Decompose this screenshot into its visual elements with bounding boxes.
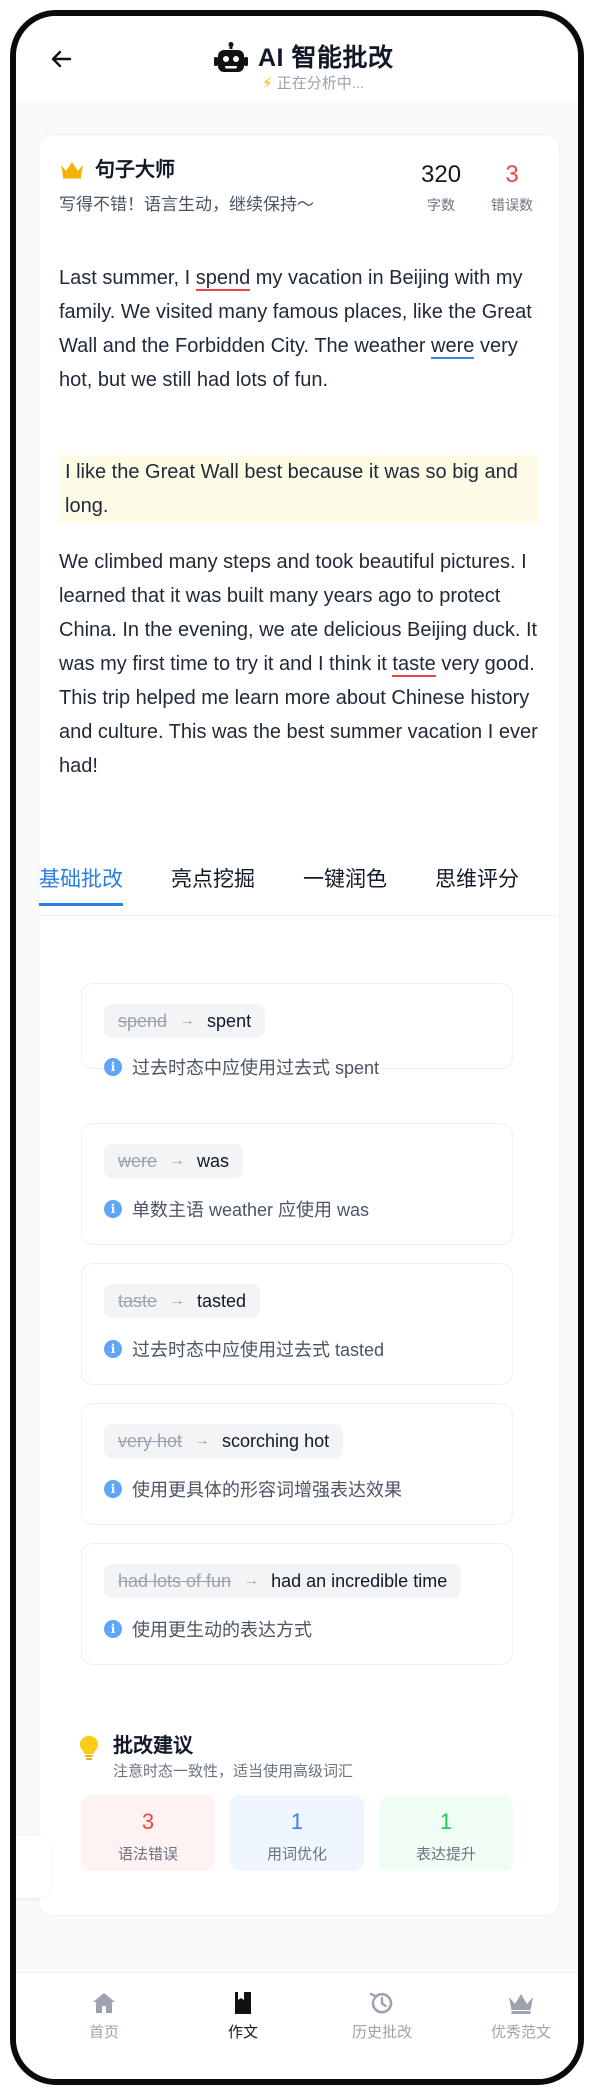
correction-pill: had lots of fun → had an incredible time	[104, 1564, 462, 1598]
phone-frame: AI 智能批改 ⚡ 正在分析中... 句子大师 写得不错！语言生动，继续保持～ …	[10, 10, 584, 2085]
word-optimization-box: 1 用词优化	[230, 1795, 364, 1871]
tab-highlights[interactable]: 亮点挖掘	[171, 863, 255, 903]
tab-thinking-score[interactable]: 思维评分	[435, 863, 519, 903]
error-highlight[interactable]: taste	[392, 653, 436, 677]
level-badge: 句子大师	[95, 159, 175, 181]
home-icon	[93, 1993, 115, 2013]
expression-boost-box: 1 表达提升	[379, 1795, 513, 1871]
back-arrow-icon[interactable]	[46, 44, 76, 74]
document-icon	[235, 1992, 251, 2014]
correction-item[interactable]: very hot → scorching hot i 使用更具体的形容词增强表达效果	[81, 1403, 513, 1525]
correction-reason: i 使用更具体的形容词增强表达效果	[104, 1476, 402, 1502]
correction-item[interactable]: spend → spent i 过去时态中应使用过去式 spent	[81, 983, 513, 1078]
lightbulb-icon	[80, 1736, 98, 1760]
arrow-right-icon: →	[194, 1432, 211, 1449]
history-icon	[369, 1992, 393, 2014]
essay-paragraph-3: We climbed many steps and took beautiful…	[59, 551, 538, 777]
praise-text: 写得不错！语言生动，继续保持～	[59, 195, 314, 214]
arrow-right-icon: →	[243, 1572, 260, 1589]
info-icon: i	[104, 1058, 122, 1076]
correction-item[interactable]: were → was i 单数主语 weather 应使用 was	[81, 1123, 513, 1245]
correction-pill: spend → spent	[104, 1004, 266, 1038]
info-icon: i	[104, 1620, 122, 1638]
app-header: AI 智能批改 ⚡ 正在分析中...	[16, 16, 578, 103]
crown-icon	[509, 1994, 533, 2014]
correction-pill: taste → tasted	[104, 1284, 261, 1318]
correction-reason: i 过去时态中应使用过去式 tasted	[104, 1336, 384, 1362]
correction-reason: i 过去时态中应使用过去式 spent	[104, 1054, 379, 1080]
status-text: ⚡ 正在分析中...	[262, 75, 365, 92]
grammar-errors-box: 3 语法错误	[81, 1795, 215, 1871]
arrow-right-icon: →	[179, 1012, 196, 1029]
tab-bar: 基础批改 亮点挖掘 一键润色 思维评分	[39, 853, 559, 916]
nav-samples[interactable]: 优秀范文	[456, 1991, 578, 2042]
page-title: AI 智能批改	[258, 44, 394, 72]
floating-side-handle[interactable]	[16, 1836, 50, 1898]
crown-icon	[61, 162, 83, 179]
nav-essay[interactable]: 作文	[178, 1991, 308, 2042]
tab-polish[interactable]: 一键润色	[303, 863, 387, 903]
arrow-right-icon: →	[169, 1292, 186, 1309]
essay-paragraph-1: Last summer, I spend my vacation in Beij…	[59, 267, 532, 391]
error-highlight[interactable]: were	[431, 335, 475, 359]
nav-history[interactable]: 历史批改	[317, 1991, 447, 2042]
error-highlight[interactable]: spend	[195, 267, 251, 291]
suggestions-subtitle: 注意时态一致性，适当使用高级词汇	[113, 1763, 354, 1780]
correction-card: 句子大师 写得不错！语言生动，继续保持～ 320 字数 3 错误数 Last s…	[38, 134, 560, 1916]
lightning-icon: ⚡	[262, 75, 273, 92]
correction-reason: i 单数主语 weather 应使用 was	[104, 1196, 369, 1222]
bottom-navigation: 首页 作文 历史批改 优秀范文	[16, 1972, 578, 2079]
suggestions-title: 批改建议	[113, 1735, 193, 1757]
info-icon: i	[104, 1200, 122, 1218]
correction-reason: i 使用更生动的表达方式	[104, 1616, 312, 1642]
info-icon: i	[104, 1480, 122, 1498]
correction-pill: were → was	[104, 1144, 244, 1178]
nav-home[interactable]: 首页	[39, 1991, 169, 2042]
info-icon: i	[104, 1340, 122, 1358]
word-count-stat: 320 字数	[421, 161, 462, 213]
error-count-stat: 3 错误数	[491, 161, 533, 213]
arrow-right-icon: →	[169, 1152, 186, 1169]
correction-item[interactable]: had lots of fun → had an incredible time i…	[81, 1543, 513, 1665]
correction-item[interactable]: taste → tasted i 过去时态中应使用过去式 tasted	[81, 1263, 513, 1385]
content-area[interactable]: 句子大师 写得不错！语言生动，继续保持～ 320 字数 3 错误数 Last s…	[16, 102, 578, 1973]
essay-paragraph-2-highlighted: I like the Great Wall best because it wa…	[59, 455, 539, 523]
tab-basic-correction[interactable]: 基础批改	[39, 863, 123, 906]
robot-icon	[214, 42, 248, 72]
correction-pill: very hot → scorching hot	[104, 1424, 344, 1458]
